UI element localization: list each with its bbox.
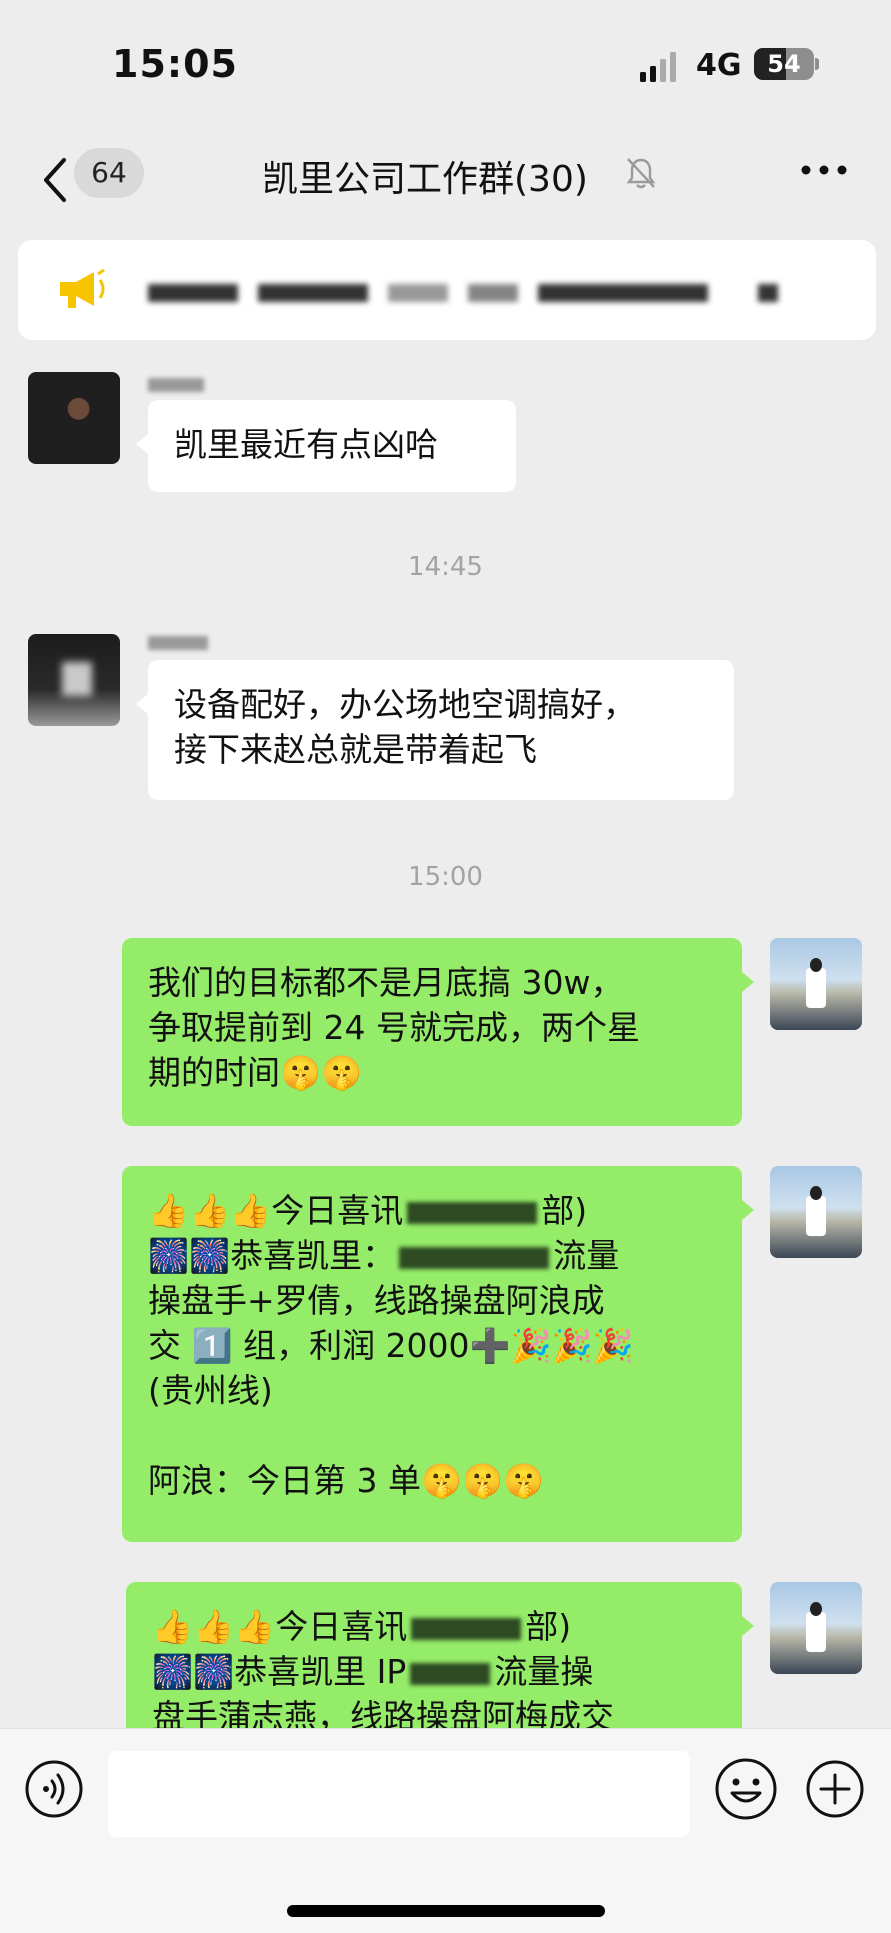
chat-timestamp: 14:45 <box>408 552 483 582</box>
redacted-text <box>407 1201 538 1224</box>
home-indicator <box>287 1905 605 1917</box>
bubble-tail <box>742 972 754 992</box>
status-time: 15:05 <box>112 42 238 86</box>
message-text: 流量 <box>553 1236 620 1275</box>
message-line: 阿浪：今日第 3 单🤫🤫🤫 <box>148 1461 545 1500</box>
redacted-announcement-text <box>388 284 448 302</box>
chat-timestamp: 15:00 <box>408 862 483 892</box>
bubble-tail <box>136 694 148 714</box>
message-line: 操盘手+罗倩，线路操盘阿浪成 <box>148 1281 605 1320</box>
signal-icon <box>640 52 676 82</box>
sender-avatar[interactable] <box>28 372 120 464</box>
redacted-announcement-text <box>148 284 238 302</box>
message-text: 👍👍👍今日喜讯 <box>148 1191 404 1230</box>
sender-avatar[interactable] <box>28 634 120 726</box>
message-line <box>148 1413 716 1458</box>
my-avatar[interactable] <box>770 1166 862 1258</box>
message-line: 👍👍👍今日喜讯 部) <box>148 1188 716 1233</box>
redacted-text <box>410 1662 491 1685</box>
message-text: 流量操 <box>494 1652 594 1691</box>
message-text: 部) <box>525 1607 572 1646</box>
mute-bell-icon <box>626 158 656 189</box>
unread-count-badge[interactable]: 64 <box>74 148 144 198</box>
battery-tip <box>815 58 819 70</box>
group-announcement-banner[interactable] <box>18 240 876 340</box>
message-line: 交 1️⃣ 组，利润 2000➕🎉🎉🎉 <box>148 1326 634 1365</box>
chat-nav-bar: 64 凯里公司工作群(30) <box>0 130 891 240</box>
redacted-announcement-text <box>538 284 708 302</box>
battery-level: 54 <box>767 50 801 78</box>
redacted-text <box>411 1617 522 1640</box>
message-input[interactable] <box>108 1751 690 1837</box>
message-bubble[interactable]: 设备配好，办公场地空调搞好， 接下来赵总就是带着起飞 <box>148 660 734 800</box>
bubble-tail <box>136 434 148 454</box>
message-line: 👍👍👍今日喜讯 部) <box>152 1604 716 1649</box>
redacted-announcement-text <box>258 284 368 302</box>
plus-icon[interactable] <box>805 1759 865 1819</box>
chat-title: 凯里公司工作群(30) <box>262 159 588 200</box>
message-text: 🎆🎆恭喜凯里： <box>148 1236 396 1275</box>
network-type: 4G <box>696 48 742 83</box>
my-avatar[interactable] <box>770 1582 862 1674</box>
message-line: 🎆🎆恭喜凯里： 流量 <box>148 1233 716 1278</box>
redacted-text <box>399 1246 550 1269</box>
megaphone-icon <box>60 268 105 308</box>
battery-icon: 54 <box>754 48 814 80</box>
my-avatar[interactable] <box>770 938 862 1030</box>
redacted-sender-name <box>148 378 204 392</box>
emoji-icon[interactable] <box>714 1757 778 1821</box>
chat-input-bar <box>0 1728 891 1933</box>
bubble-tail <box>742 1200 754 1220</box>
bubble-tail <box>742 1616 754 1636</box>
message-bubble[interactable]: 我们的目标都不是月底搞 30w， 争取提前到 24 号就完成，两个星 期的时间🤫… <box>122 938 742 1126</box>
redacted-announcement-text <box>468 284 518 302</box>
redacted-announcement-text <box>758 284 778 302</box>
message-text: 🎆🎆恭喜凯里 IP <box>152 1652 407 1691</box>
message-line: 🎆🎆恭喜凯里 IP 流量操 <box>152 1649 716 1694</box>
more-options-icon[interactable] <box>800 160 848 180</box>
back-chevron-icon[interactable] <box>34 152 78 208</box>
redacted-sender-name <box>148 636 208 650</box>
voice-input-icon[interactable] <box>24 1759 84 1819</box>
message-line: (贵州线) <box>148 1371 273 1410</box>
status-bar: 15:05 4G 54 <box>0 0 891 130</box>
message-bubble[interactable]: 凯里最近有点凶哈 <box>148 400 516 492</box>
message-text: 部) <box>541 1191 588 1230</box>
message-text: 👍👍👍今日喜讯 <box>152 1607 408 1646</box>
message-bubble[interactable]: 👍👍👍今日喜讯 部) 🎆🎆恭喜凯里： 流量 操盘手+罗倩，线路操盘阿浪成 交 1️⃣… <box>122 1166 742 1542</box>
